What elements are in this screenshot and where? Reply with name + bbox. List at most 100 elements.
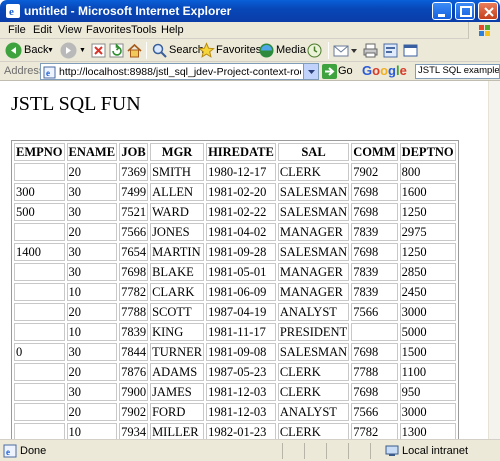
- address-dropdown-icon[interactable]: [303, 64, 318, 79]
- table-cell: 7698: [351, 243, 398, 261]
- back-dropdown-icon[interactable]: ▼: [47, 47, 54, 54]
- google-search-input[interactable]: JSTL SQL example: [415, 64, 500, 79]
- table-cell: 7566: [351, 303, 398, 321]
- table-row: 20 7876 ADAMS 1987-05-23 CLERK 7788 1100: [14, 363, 456, 381]
- address-label: Address: [4, 65, 45, 77]
- history-button[interactable]: [306, 42, 323, 59]
- table-cell: 7566: [351, 403, 398, 421]
- table-cell: 1981-02-20: [206, 183, 276, 201]
- menu-bar: File Edit View Favorites Tools Help: [0, 22, 500, 39]
- table-cell: 1981-05-01: [206, 263, 276, 281]
- menu-favorites[interactable]: Favorites: [86, 24, 131, 36]
- table-cell: 7782: [351, 423, 398, 439]
- table-row: 30 7698 BLAKE 1981-05-01 MANAGER 7839 2850: [14, 263, 456, 281]
- forward-dropdown-icon[interactable]: ▼: [79, 47, 86, 54]
- table-cell: 7654: [119, 243, 149, 261]
- table-row: 30 7900 JAMES 1981-12-03 CLERK 7698 950: [14, 383, 456, 401]
- go-button[interactable]: Go: [322, 64, 358, 79]
- media-button[interactable]: Media: [258, 42, 306, 59]
- table-cell: 20: [66, 403, 118, 421]
- back-arrow-icon: [5, 42, 22, 59]
- table-row: 500 30 7521 WARD 1981-02-22 SALESMAN 7698 1250: [14, 203, 456, 221]
- favorites-label: Favorites: [216, 44, 262, 56]
- address-input[interactable]: e http://localhost:8988/jstl_sql_jdev-Pr…: [40, 63, 319, 80]
- search-button[interactable]: Search: [151, 42, 204, 59]
- table-cell: 30: [66, 343, 118, 361]
- table-cell: 20: [66, 363, 118, 381]
- media-icon: [259, 43, 274, 58]
- google-logo[interactable]: Google ▼: [362, 63, 423, 80]
- close-button[interactable]: [478, 2, 498, 20]
- table-cell: 30: [66, 243, 118, 261]
- table-cell: [14, 423, 65, 439]
- stop-button[interactable]: [90, 42, 107, 59]
- table-cell: 2975: [399, 223, 456, 241]
- menu-file[interactable]: File: [8, 24, 26, 36]
- svg-text:e: e: [9, 6, 14, 18]
- menu-help[interactable]: Help: [161, 24, 184, 36]
- back-label: Back: [24, 44, 49, 56]
- table-cell: 1981-12-03: [206, 403, 276, 421]
- table-cell: [14, 283, 65, 301]
- menu-edit[interactable]: Edit: [33, 24, 52, 36]
- toolbar: Back ▼ ▼ Search Favorites Media: [0, 39, 500, 62]
- discuss-button[interactable]: [402, 42, 419, 59]
- home-button[interactable]: [126, 42, 143, 59]
- column-header: MGR: [150, 143, 205, 161]
- column-header: HIREDATE: [206, 143, 276, 161]
- print-button[interactable]: [362, 42, 379, 59]
- print-icon: [363, 43, 378, 58]
- svg-text:e: e: [46, 68, 50, 78]
- svg-text:e: e: [6, 447, 10, 457]
- table-cell: JONES: [150, 223, 205, 241]
- table-cell: 3000: [399, 403, 456, 421]
- media-label: Media: [276, 44, 306, 56]
- refresh-button[interactable]: [108, 42, 125, 59]
- mail-button[interactable]: [333, 42, 359, 59]
- table-cell: ANALYST: [277, 303, 350, 321]
- table-cell: 1100: [399, 363, 456, 381]
- page-icon: e: [43, 66, 56, 79]
- table-cell: [14, 403, 65, 421]
- local-intranet-icon: [385, 445, 399, 456]
- toolbar-separator: [328, 42, 329, 59]
- table-cell: 800: [399, 163, 456, 181]
- title-bar: e untitled - Microsoft Internet Explorer: [0, 0, 500, 22]
- table-cell: 500: [14, 203, 65, 221]
- table-row: 10 7839 KING 1981-11-17 PRESIDENT 5000: [14, 323, 456, 341]
- menu-view[interactable]: View: [58, 24, 82, 36]
- table-cell: CLERK: [277, 423, 350, 439]
- column-header: JOB: [119, 143, 149, 161]
- table-cell: SALESMAN: [277, 203, 350, 221]
- table-cell: 1300: [399, 423, 456, 439]
- table-cell: WARD: [150, 203, 205, 221]
- status-pane: [370, 443, 371, 459]
- minimize-button[interactable]: [432, 2, 452, 20]
- table-cell: MANAGER: [277, 223, 350, 241]
- table-cell: 10: [66, 423, 118, 439]
- table-cell: 7698: [351, 343, 398, 361]
- table-cell: 7788: [351, 363, 398, 381]
- menu-tools[interactable]: Tools: [131, 24, 157, 36]
- table-cell: MARTIN: [150, 243, 205, 261]
- table-row: 20 7566 JONES 1981-04-02 MANAGER 7839 2975: [14, 223, 456, 241]
- table-row: 20 7902 FORD 1981-12-03 ANALYST 7566 3000: [14, 403, 456, 421]
- table-cell: [14, 303, 65, 321]
- favorites-button[interactable]: Favorites: [198, 42, 261, 59]
- table-cell: SALESMAN: [277, 243, 350, 261]
- back-button[interactable]: Back ▼: [5, 42, 55, 59]
- status-pane: [282, 443, 283, 459]
- maximize-button[interactable]: [455, 2, 475, 20]
- ie-icon: e: [6, 4, 20, 18]
- table-cell: 300: [14, 183, 65, 201]
- table-cell: ADAMS: [150, 363, 205, 381]
- vertical-scrollbar[interactable]: [488, 81, 500, 439]
- forward-button[interactable]: ▼: [60, 42, 86, 59]
- table-cell: [14, 263, 65, 281]
- column-header: EMPNO: [14, 143, 65, 161]
- table-cell: 20: [66, 223, 118, 241]
- edit-button[interactable]: [382, 42, 399, 59]
- table-row: 20 7369 SMITH 1980-12-17 CLERK 7902 800: [14, 163, 456, 181]
- status-text: Done: [20, 445, 47, 457]
- table-cell: SCOTT: [150, 303, 205, 321]
